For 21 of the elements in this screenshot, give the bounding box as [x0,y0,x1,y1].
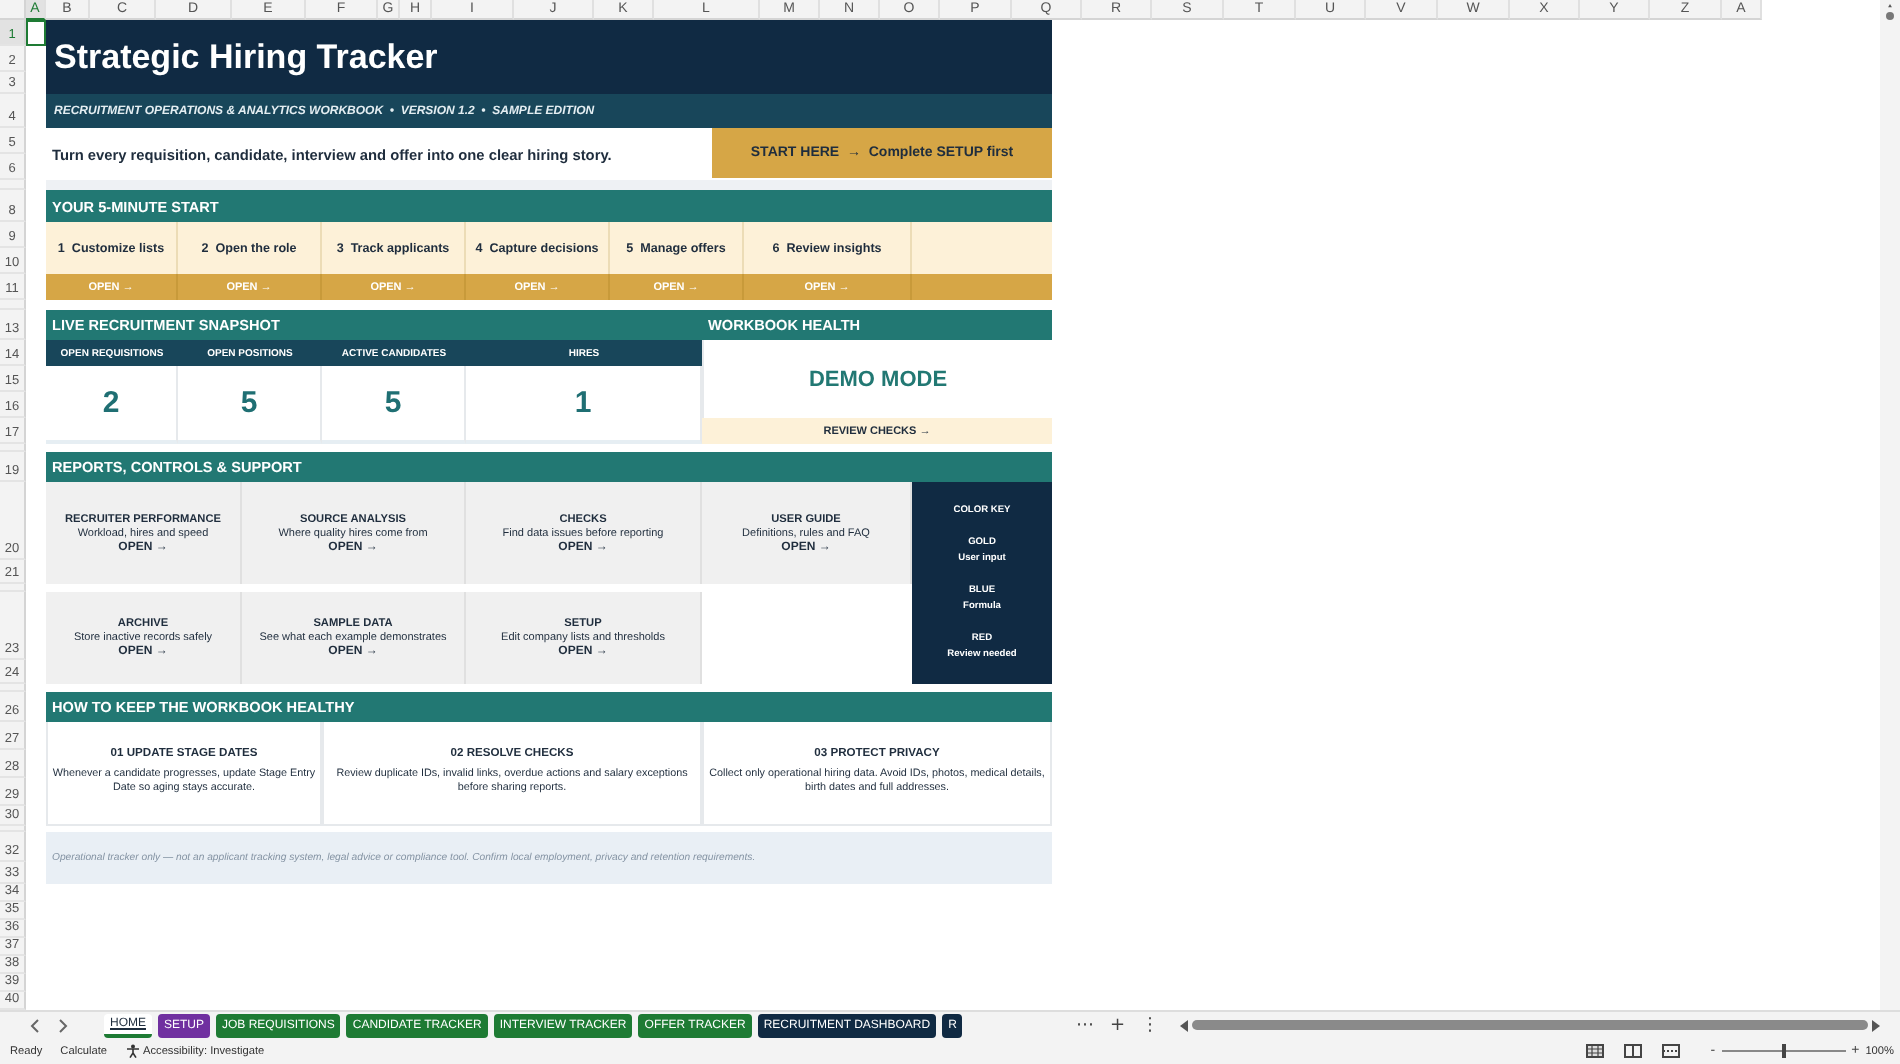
scrollbar-thumb[interactable] [1191,1020,1868,1031]
add-sheet-button[interactable]: + [1102,1015,1134,1036]
scroll-left-arrow-icon[interactable] [1179,1019,1188,1032]
selected-cell[interactable] [26,20,46,46]
horizontal-scrollbar[interactable] [1179,1017,1880,1034]
kpi-value: 5 [178,366,322,444]
page-layout-icon[interactable] [1624,1044,1643,1059]
options-button[interactable]: ⋮ [1133,1015,1168,1036]
accessibility-person-icon[interactable] [125,1044,139,1059]
more-tabs-button[interactable]: ⋯ [1068,1015,1102,1036]
normal-view-icon[interactable] [1586,1044,1605,1059]
page-break-icon[interactable] [1662,1044,1681,1059]
scroll-right-arrow-icon[interactable] [1872,1019,1880,1032]
kpi-value: 1 [466,366,702,444]
workbook-title: Strategic Hiring Tracker [46,20,1052,94]
scroll-right-icon[interactable] [55,1017,69,1034]
scroll-left-icon[interactable] [27,1017,41,1034]
zoom-slider-thumb[interactable] [1781,1044,1786,1059]
kpi-value: 2 [46,366,178,444]
scrollbar-thumb[interactable] [1886,11,1894,20]
kpi-value: 5 [322,366,466,444]
